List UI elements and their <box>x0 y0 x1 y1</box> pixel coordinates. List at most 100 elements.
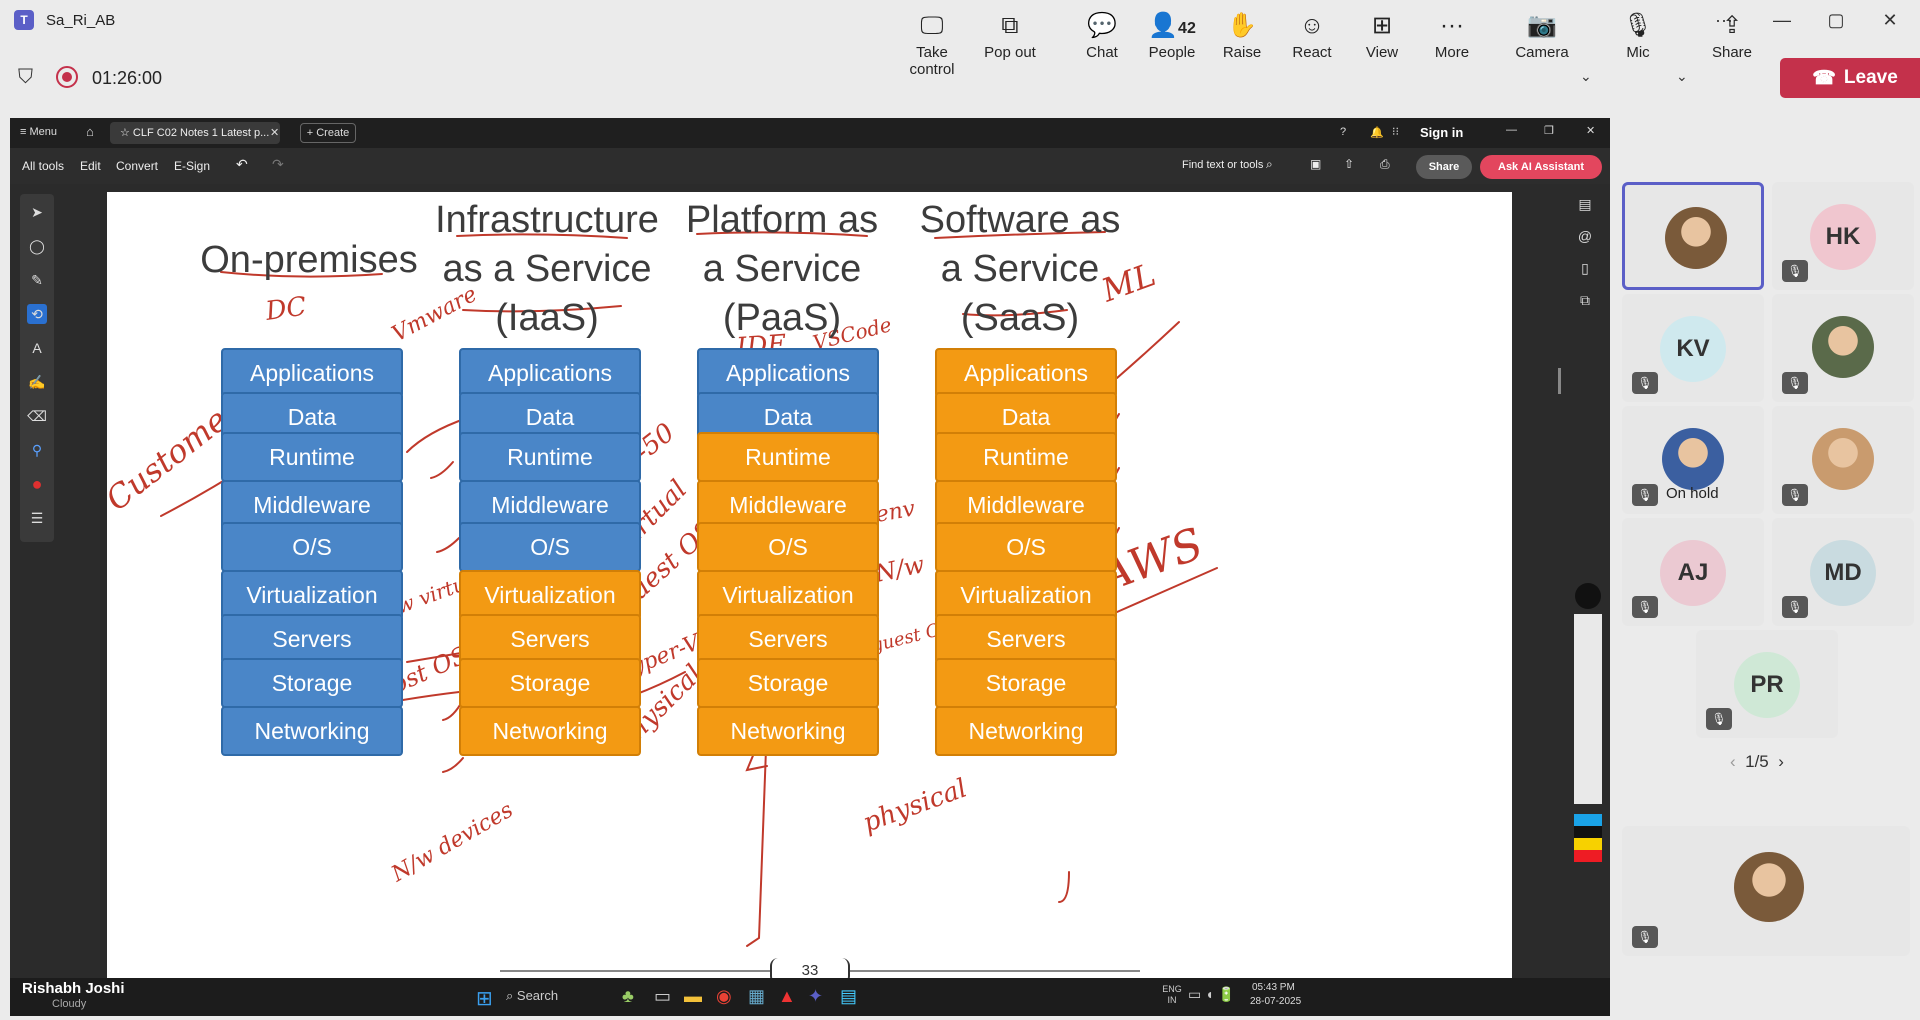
pin-icon[interactable]: ⚲ <box>27 440 47 460</box>
convert-menu[interactable]: Convert <box>116 159 158 173</box>
eraser-icon[interactable]: ⌫ <box>27 406 47 426</box>
print-icon[interactable]: ⎙ <box>1380 157 1390 172</box>
column-title-onpremises: On-premises <box>200 239 418 281</box>
file-explorer-icon[interactable]: ▬ <box>684 986 702 1007</box>
apps-icon[interactable]: ⁝⁝ <box>1392 125 1399 138</box>
layer-box-networking-col3: Networking <box>697 706 879 756</box>
sign-in-link[interactable]: Sign in <box>1420 125 1463 140</box>
pop-out-button[interactable]: ⧉ Pop out <box>970 10 1050 70</box>
tree-app-icon[interactable]: ♣ <box>622 986 634 1007</box>
acro-minimize-button[interactable]: — <box>1506 124 1517 136</box>
mic-muted-icon: 🎙 <box>1632 484 1658 506</box>
mic-muted-icon: 🎙 <box>1632 372 1658 394</box>
participant-avatar <box>1812 316 1874 378</box>
teams-logo-icon: T <box>14 10 34 30</box>
search-icon[interactable]: ⌕ <box>1266 157 1273 172</box>
participant-initials: KV <box>1660 316 1726 382</box>
lasso-icon[interactable]: ⟲ <box>27 304 47 324</box>
more-button[interactable]: ··· More <box>1412 10 1492 70</box>
teams-icon[interactable]: ✦ <box>808 986 823 1007</box>
next-page-icon[interactable]: › <box>1778 752 1784 771</box>
text-box-icon[interactable]: A <box>27 338 47 358</box>
taskbar-search[interactable]: ⌕ Search <box>506 988 558 1004</box>
mic-options-chevron-icon[interactable]: ⌄ <box>1676 68 1688 85</box>
ai-assistant-button[interactable]: Ask AI Assistant <box>1480 155 1602 179</box>
participant-initials: MD <box>1810 540 1876 606</box>
app-icon[interactable]: ▦ <box>748 986 765 1007</box>
notepad-icon[interactable]: ▤ <box>840 986 857 1007</box>
upload-icon[interactable]: ⇧ <box>1344 157 1354 171</box>
chrome-icon[interactable]: ◉ <box>716 986 732 1007</box>
color-dot-icon[interactable]: ● <box>27 474 47 494</box>
participant-tile[interactable]: 🎙 On hold <box>1622 406 1764 514</box>
vertical-scroll-thumb[interactable] <box>1558 368 1561 394</box>
all-tools-menu[interactable]: All tools <box>22 159 64 173</box>
layer-box-runtime-col2: Runtime <box>459 432 641 482</box>
participant-tile[interactable]: HK 🎙 <box>1772 182 1914 290</box>
acro-restore-button[interactable]: ❐ <box>1544 124 1554 137</box>
participant-tile[interactable]: MD 🎙 <box>1772 518 1914 626</box>
windows-taskbar: ⊞ ⌕ Search ♣ ▭ ▬ ◉ ▦ ▲ ✦ ▤ ENG IN ▭ ◖ 🔋 … <box>10 978 1610 1016</box>
leave-button[interactable]: ☎ Leave <box>1780 58 1920 98</box>
participant-tile[interactable] <box>1622 182 1764 290</box>
bell-icon[interactable]: 🔔 <box>1370 126 1384 139</box>
raise-hand-button[interactable]: ✋ Raise <box>1202 10 1282 70</box>
home-icon[interactable]: ⌂ <box>86 124 94 139</box>
mic-muted-icon: 🎙 <box>1782 260 1808 282</box>
recording-icon <box>56 66 78 88</box>
task-view-icon[interactable]: ▭ <box>654 986 671 1007</box>
acrobat-share-button[interactable]: Share <box>1416 155 1472 179</box>
layer-box-runtime-col3: Runtime <box>697 432 879 482</box>
view-button[interactable]: ⊞ View <box>1342 10 1422 70</box>
mic-button[interactable]: 🎙 Mic <box>1598 10 1678 70</box>
edit-menu[interactable]: Edit <box>80 159 101 173</box>
find-tools-search[interactable]: Find text or tools <box>1182 159 1263 171</box>
participant-initials: AJ <box>1660 540 1726 606</box>
save-icon[interactable]: ▣ <box>1310 157 1321 171</box>
create-button[interactable]: + Create <box>300 123 356 143</box>
document-tab[interactable]: ☆ CLF C02 Notes 1 Latest p... <box>110 122 280 144</box>
participant-tile[interactable]: 🎙 <box>1622 826 1910 956</box>
ink-color-palette[interactable] <box>1574 814 1602 862</box>
language-indicator[interactable]: ENG IN <box>1160 984 1184 1006</box>
mic-muted-icon: 🎙 <box>1782 484 1808 506</box>
chat-button[interactable]: 💬 Chat <box>1062 10 1142 70</box>
layer-box-servers-col3: Servers <box>697 614 879 664</box>
more-tools-icon[interactable]: ☰ <box>27 508 47 528</box>
menu-button[interactable]: ≡ Menu <box>20 126 57 138</box>
comments-panel-icon[interactable]: ▤ <box>1575 194 1595 214</box>
share-button[interactable]: ⇪ Share <box>1692 10 1772 70</box>
participant-tile[interactable]: AJ 🎙 <box>1622 518 1764 626</box>
acrobat-icon[interactable]: ▲ <box>778 986 796 1007</box>
esign-menu[interactable]: E-Sign <box>174 159 210 173</box>
participant-tile[interactable]: KV 🎙 <box>1622 294 1764 402</box>
comment-icon[interactable]: ◯ <box>27 236 47 256</box>
at-icon[interactable]: @ <box>1575 226 1595 246</box>
ink-mode-icon[interactable] <box>1575 583 1601 609</box>
camera-button[interactable]: 📷 Camera <box>1502 10 1582 70</box>
pen-icon[interactable]: ✎ <box>27 270 47 290</box>
prev-page-icon[interactable]: ‹ <box>1730 752 1736 771</box>
redo-icon[interactable]: ↷ <box>272 156 284 173</box>
acro-close-button[interactable]: ✕ <box>1586 124 1595 137</box>
bookmark-icon[interactable]: ▯ <box>1575 258 1595 278</box>
ink-text-dc: DC <box>263 292 309 328</box>
take-control-button[interactable]: 🖵 Take control <box>892 10 972 78</box>
participant-tile[interactable]: 🎙 <box>1772 294 1914 402</box>
undo-icon[interactable]: ↶ <box>236 156 248 173</box>
participant-tile[interactable]: PR 🎙 <box>1696 630 1838 738</box>
close-tab-icon[interactable]: ✕ <box>270 126 279 139</box>
people-button[interactable]: 👤42 People <box>1132 10 1212 70</box>
pages-icon[interactable]: ⧉ <box>1575 290 1595 310</box>
layer-box-os-col3: O/S <box>697 522 879 572</box>
react-button[interactable]: ☺ React <box>1272 10 1352 70</box>
windows-start-icon[interactable]: ⊞ <box>476 986 493 1011</box>
system-tray-icons[interactable]: ▭ ◖ 🔋 <box>1188 986 1235 1003</box>
close-window-button[interactable]: ✕ <box>1872 8 1908 32</box>
stamp-icon[interactable]: ✍ <box>27 372 47 392</box>
help-icon[interactable]: ? <box>1340 126 1346 138</box>
camera-options-chevron-icon[interactable]: ⌄ <box>1580 68 1592 85</box>
maximize-button[interactable]: ▢ <box>1818 8 1854 32</box>
select-cursor-icon[interactable]: ➤ <box>27 202 47 222</box>
participant-tile[interactable]: 🎙 <box>1772 406 1914 514</box>
